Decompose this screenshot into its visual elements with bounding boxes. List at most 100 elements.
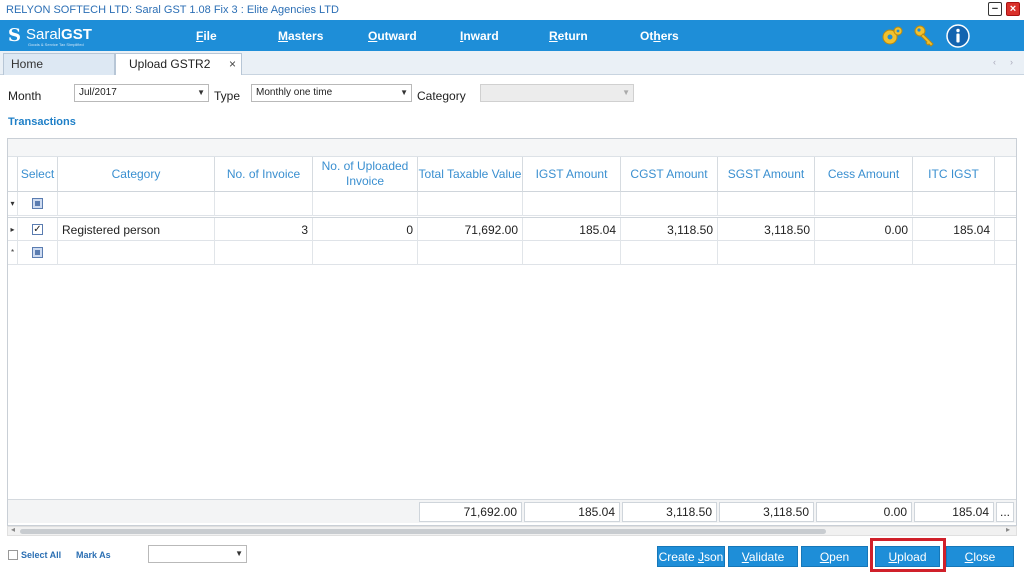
type-select[interactable]: Monthly one time ▼ xyxy=(251,84,412,102)
scrollbar-thumb[interactable] xyxy=(20,529,826,534)
total-itc-igst: 185.04 xyxy=(914,502,994,522)
tab-strip: Home Upload GSTR2 × ‹ › xyxy=(0,51,1024,75)
logo-mark-icon: S xyxy=(8,25,21,46)
filter-cell[interactable] xyxy=(523,192,621,216)
col-header-sgst[interactable]: SGST Amount xyxy=(718,157,815,192)
scroll-right-icon[interactable]: ▸ xyxy=(1006,525,1010,534)
new-row-cell[interactable] xyxy=(418,241,523,265)
window-titlebar: RELYON SOFTECH LTD: Saral GST 1.08 Fix 3… xyxy=(0,0,1024,20)
filter-row: ▾ xyxy=(8,192,1016,216)
transactions-title: Transactions xyxy=(8,116,76,128)
scroll-left-icon[interactable]: ◂ xyxy=(11,525,15,534)
col-header-itc-igst[interactable]: ITC IGST xyxy=(913,157,995,192)
chevron-down-icon: ▼ xyxy=(235,549,243,558)
open-folder-button[interactable]: Open Folder xyxy=(801,546,868,576)
tab-scroll-left-icon[interactable]: ‹ xyxy=(993,57,996,67)
totals-more-button[interactable]: ... xyxy=(996,502,1014,522)
filter-cell[interactable] xyxy=(215,192,313,216)
row-checkbox[interactable]: ✓ xyxy=(32,224,43,235)
new-row-cell[interactable] xyxy=(58,241,215,265)
new-row[interactable]: * xyxy=(8,241,1016,265)
cell-sgst[interactable]: 3,118.50 xyxy=(718,218,815,242)
menu-inward[interactable]: Inward xyxy=(460,29,499,43)
select-all-checkbox[interactable] xyxy=(8,550,18,560)
cell-uploaded[interactable]: 0 xyxy=(313,218,418,242)
month-value: Jul/2017 xyxy=(79,87,117,98)
key-icon[interactable] xyxy=(912,24,936,48)
month-label: Month xyxy=(8,89,42,103)
upload-highlight-box xyxy=(870,538,946,572)
col-header-category[interactable]: Category xyxy=(58,157,215,192)
menu-return[interactable]: Return xyxy=(549,29,588,43)
col-header-uploaded[interactable]: No. of Uploaded Invoice xyxy=(313,157,418,192)
filter-cell[interactable] xyxy=(418,192,523,216)
new-row-indicator: * xyxy=(8,241,18,265)
minimize-button[interactable]: − xyxy=(988,2,1002,16)
tab-upload-label: Upload GSTR2 xyxy=(129,57,211,71)
chevron-down-icon: ▼ xyxy=(197,88,205,97)
filter-cell[interactable] xyxy=(718,192,815,216)
cell-itc-igst[interactable]: 185.04 xyxy=(913,218,995,242)
tab-scroll-right-icon[interactable]: › xyxy=(1010,57,1013,67)
menu-masters[interactable]: Masters xyxy=(278,29,323,43)
close-window-button[interactable]: × xyxy=(1006,2,1020,16)
table-row[interactable]: ▸ ✓ Registered person 3 0 71,692.00 185.… xyxy=(8,217,1016,242)
new-row-cell[interactable] xyxy=(215,241,313,265)
filter-cell[interactable] xyxy=(815,192,913,216)
cell-cgst[interactable]: 3,118.50 xyxy=(621,218,718,242)
logo-text: SaralGST xyxy=(26,26,92,43)
col-header-extra xyxy=(995,157,1016,192)
tab-home[interactable]: Home xyxy=(3,53,115,75)
close-button[interactable]: Close xyxy=(946,546,1014,567)
filter-cell[interactable] xyxy=(58,192,215,216)
new-row-cell[interactable] xyxy=(523,241,621,265)
grid-group-bar xyxy=(8,139,1016,157)
type-value: Monthly one time xyxy=(256,87,333,98)
filter-cell[interactable] xyxy=(313,192,418,216)
row-select-cell[interactable]: ✓ xyxy=(18,218,58,242)
tab-upload-gstr2[interactable]: Upload GSTR2 × xyxy=(115,53,242,75)
col-header-invoices[interactable]: No. of Invoice xyxy=(215,157,313,192)
validate-button[interactable]: Validate xyxy=(728,546,798,567)
filter-checkbox-icon[interactable] xyxy=(32,198,43,209)
mark-as-select[interactable]: ▼ xyxy=(148,545,247,563)
category-select: ▼ xyxy=(480,84,634,102)
cell-cess[interactable]: 0.00 xyxy=(815,218,913,242)
new-row-cell[interactable] xyxy=(913,241,995,265)
menu-file[interactable]: File xyxy=(196,29,217,43)
cell-invoices[interactable]: 3 xyxy=(215,218,313,242)
menu-outward[interactable]: Outward xyxy=(368,29,417,43)
info-icon[interactable] xyxy=(946,24,970,48)
cell-igst[interactable]: 185.04 xyxy=(523,218,621,242)
col-header-select[interactable]: Select xyxy=(18,157,58,192)
select-all-label[interactable]: Select All xyxy=(21,550,61,560)
filter-select-cell[interactable] xyxy=(18,192,58,216)
col-header-cgst[interactable]: CGST Amount xyxy=(621,157,718,192)
new-row-cell[interactable] xyxy=(313,241,418,265)
menu-others[interactable]: Others xyxy=(640,29,679,43)
horizontal-scrollbar[interactable]: ◂ ▸ xyxy=(7,525,1017,536)
category-label: Category xyxy=(417,89,466,103)
new-row-cell[interactable] xyxy=(718,241,815,265)
filter-cell[interactable] xyxy=(621,192,718,216)
menu-bar: S SaralGST Goods & Service Tax Simplifie… xyxy=(0,20,1024,51)
col-header-igst[interactable]: IGST Amount xyxy=(523,157,621,192)
new-row-cell[interactable] xyxy=(815,241,913,265)
col-header-cess[interactable]: Cess Amount xyxy=(815,157,913,192)
total-cess: 0.00 xyxy=(816,502,912,522)
cell-taxable[interactable]: 71,692.00 xyxy=(418,218,523,242)
chevron-down-icon: ▼ xyxy=(622,88,630,97)
filter-cell[interactable] xyxy=(913,192,995,216)
window-title: RELYON SOFTECH LTD: Saral GST 1.08 Fix 3… xyxy=(6,4,339,16)
new-row-select-cell[interactable] xyxy=(18,241,58,265)
total-sgst: 3,118.50 xyxy=(719,502,814,522)
tab-close-icon[interactable]: × xyxy=(229,54,236,74)
cell-category[interactable]: Registered person xyxy=(58,218,215,242)
new-row-cell[interactable] xyxy=(621,241,718,265)
create-json-button[interactable]: Create Json xyxy=(657,546,725,567)
settings-gears-icon[interactable] xyxy=(880,24,904,48)
logo-tagline: Goods & Service Tax Simplified xyxy=(28,42,84,47)
new-row-checkbox-icon[interactable] xyxy=(32,247,43,258)
month-select[interactable]: Jul/2017 ▼ xyxy=(74,84,209,102)
col-header-taxable[interactable]: Total Taxable Value xyxy=(418,157,523,192)
